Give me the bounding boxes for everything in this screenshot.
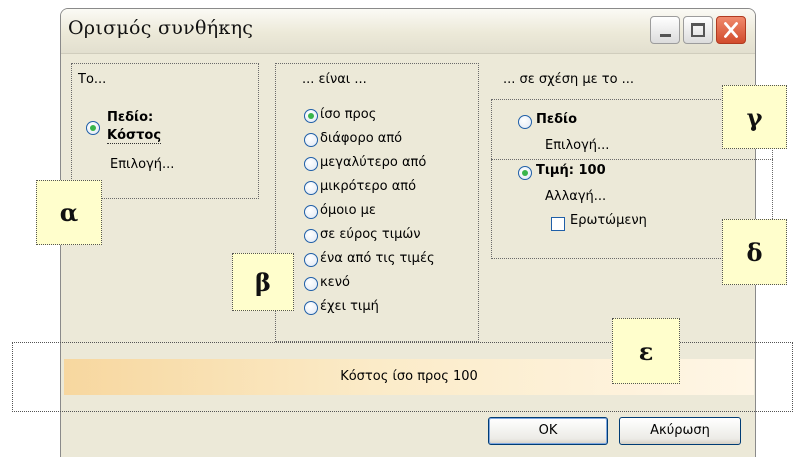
ok-button[interactable]: OK xyxy=(488,417,608,445)
compare-field-choose-link[interactable]: Επιλογή... xyxy=(545,138,609,153)
minimize-button[interactable] xyxy=(650,16,680,44)
annotation-epsilon: ε xyxy=(612,318,680,384)
annotation-gamma: γ xyxy=(722,85,787,149)
close-icon xyxy=(724,22,738,38)
asked-checkbox-label: Ερωτώμενη xyxy=(570,213,647,228)
operator-radio[interactable] xyxy=(304,277,318,291)
operator-label: ίσο προς xyxy=(320,107,377,122)
operator-radio[interactable] xyxy=(304,157,318,171)
close-button[interactable] xyxy=(716,16,746,44)
operator-radio[interactable] xyxy=(304,133,318,147)
operator-label: μεγαλύτερο από xyxy=(320,155,427,170)
group-field-heading: Το... xyxy=(78,72,107,87)
operator-label: κενό xyxy=(320,275,350,290)
compare-field-label: Πεδίο xyxy=(536,112,578,127)
field-label: Πεδίο: xyxy=(107,110,154,125)
operator-radio[interactable] xyxy=(304,181,318,195)
operator-label: όμοιο με xyxy=(320,203,376,218)
operator-radio[interactable] xyxy=(304,301,318,315)
cancel-button[interactable]: Ακύρωση xyxy=(619,417,741,445)
operator-label: μικρότερο από xyxy=(320,179,417,194)
field-choose-link[interactable]: Επιλογή... xyxy=(110,157,174,172)
operator-label: σε εύρος τιμών xyxy=(320,227,421,242)
operator-label: ένα από τις τιμές xyxy=(320,251,435,266)
compare-value-label: Τιμή: 100 xyxy=(536,163,606,178)
compare-value-radio[interactable] xyxy=(518,166,532,180)
operator-label: διάφορο από xyxy=(320,131,403,146)
operator-radio[interactable] xyxy=(304,109,318,123)
group-operator-heading: ... είναι ... xyxy=(302,72,367,87)
field-value: Κόστος xyxy=(107,128,162,144)
window-title: Ορισμός συνθήκης xyxy=(68,17,254,39)
operator-radio[interactable] xyxy=(304,253,318,267)
group-compare-divider xyxy=(491,159,773,160)
group-compare-heading: ... σε σχέση με το ... xyxy=(503,72,635,87)
maximize-icon xyxy=(691,23,705,37)
operator-radio[interactable] xyxy=(304,205,318,219)
field-radio[interactable] xyxy=(86,121,100,135)
asked-checkbox[interactable] xyxy=(551,217,565,231)
annotation-delta: δ xyxy=(722,219,787,285)
compare-field-radio[interactable] xyxy=(518,115,532,129)
minimize-icon xyxy=(660,34,671,37)
compare-value-change-link[interactable]: Αλλαγή... xyxy=(545,189,606,204)
annotation-alpha: α xyxy=(36,180,102,245)
maximize-button[interactable] xyxy=(683,16,713,44)
operator-radio[interactable] xyxy=(304,229,318,243)
operator-label: έχει τιμή xyxy=(320,299,379,314)
annotation-beta: β xyxy=(232,253,294,311)
